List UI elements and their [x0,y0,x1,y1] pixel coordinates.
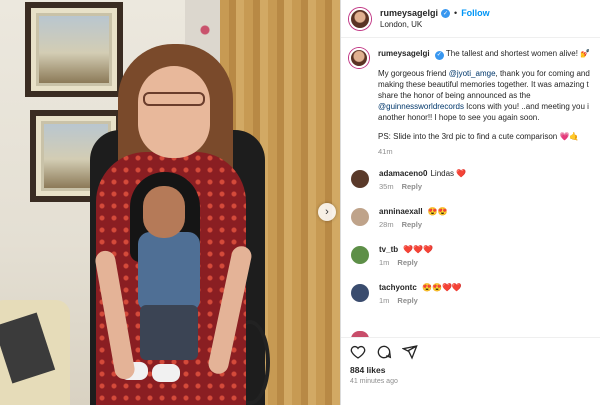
comment-time: 1m [379,258,390,267]
caption-line: another honor!! I hope to see you again … [378,113,540,122]
caption-ps: PS: Slide into the 3rd pic to find a cut… [378,132,558,141]
caption-avatar[interactable] [349,48,369,68]
comment-time: 1m [379,296,390,305]
caption-lead: The tallest and shortest women alive! [445,49,578,58]
comment-emoji: ❤️❤️❤️ [403,245,434,254]
comment-emoji: 😍😍❤️❤️ [422,283,462,292]
verified-badge-icon: ✓ [441,8,451,18]
reply-button[interactable]: Reply [397,296,417,305]
comment-item: anninaexall 😍😍 28m Reply [341,207,600,245]
short-woman-pants [140,305,198,360]
posted-time: 41 minutes ago [350,378,398,385]
comment-username[interactable]: anninaexall [379,207,423,216]
verified-badge-icon: ✓ [434,51,444,60]
separator-dot: • [454,8,458,18]
follow-button[interactable]: Follow [461,8,490,18]
mention-link[interactable]: @jyoti_amge [449,69,496,78]
comment-avatar[interactable] [351,170,369,188]
comment-avatar[interactable] [351,284,369,302]
mention-link[interactable]: @guinnessworldrecords [378,102,464,111]
caption-line: , thank you for coming and [495,69,590,78]
reply-button[interactable]: Reply [402,182,422,191]
comment-time: 28m [379,220,394,229]
caption-line: Icons with you! ..and meeting you i [466,102,589,111]
caption-line: making these beautiful memories together… [378,80,589,89]
reply-button[interactable]: Reply [402,220,422,229]
caption-username[interactable]: rumeysagelgi [378,49,430,58]
short-woman-jacket [138,232,200,312]
caption-line: My gorgeous friend [378,69,449,78]
comment-item: tachyontc 😍😍❤️❤️ 1m Reply [341,283,600,321]
comment-avatar[interactable] [351,246,369,264]
comment-avatar[interactable] [351,208,369,226]
comment-text: Lindas [430,169,455,178]
caption-timestamp[interactable]: 41m [378,146,600,157]
post-location[interactable]: London, UK [380,20,490,29]
post-header: rumeysagelgi ✓ • Follow London, UK [341,0,600,38]
comment-emoji: ❤️ [456,169,467,178]
instagram-post-view: › rumeysagelgi ✓ • Follow London, UK rum… [0,0,600,405]
reply-button[interactable]: Reply [397,258,417,267]
glasses [143,92,205,106]
account-username[interactable]: rumeysagelgi [380,8,438,18]
wall-painting-top [25,2,123,97]
likes-count[interactable]: 884 likes [341,360,600,375]
caption-line: share the honor of being announced as th… [378,91,531,100]
comment-emoji: 😍😍 [427,207,448,216]
next-photo-button[interactable]: › [318,203,336,221]
ps-emoji: 💗🤙 [559,132,580,141]
post-photo[interactable]: › [0,0,340,405]
shoe-right [152,364,180,382]
account-avatar[interactable] [349,7,371,30]
comment-time: 35m [379,182,394,191]
comment-username[interactable]: tachyontc [379,283,417,292]
comment-username[interactable]: adamaceno0 [379,169,427,178]
comment-item: tv_tb ❤️❤️❤️ 1m Reply [341,245,600,283]
nail-polish-emoji: 💅 [580,49,591,58]
comment-item: adamaceno0 Lindas ❤️ 35m Reply [341,169,600,207]
comment-username[interactable]: tv_tb [379,245,398,254]
short-woman-face [143,186,185,238]
post-caption: rumeysagelgi ✓ The tallest and shortest … [341,38,600,157]
tall-woman-face [138,66,210,158]
heart-icon[interactable] [350,344,366,360]
share-icon[interactable] [402,344,418,360]
comment-icon[interactable] [376,344,392,360]
post-actions: 884 likes 41 minutes ago [341,337,600,405]
chevron-right-icon: › [325,206,329,218]
post-side-panel: rumeysagelgi ✓ • Follow London, UK rumey… [340,0,600,405]
